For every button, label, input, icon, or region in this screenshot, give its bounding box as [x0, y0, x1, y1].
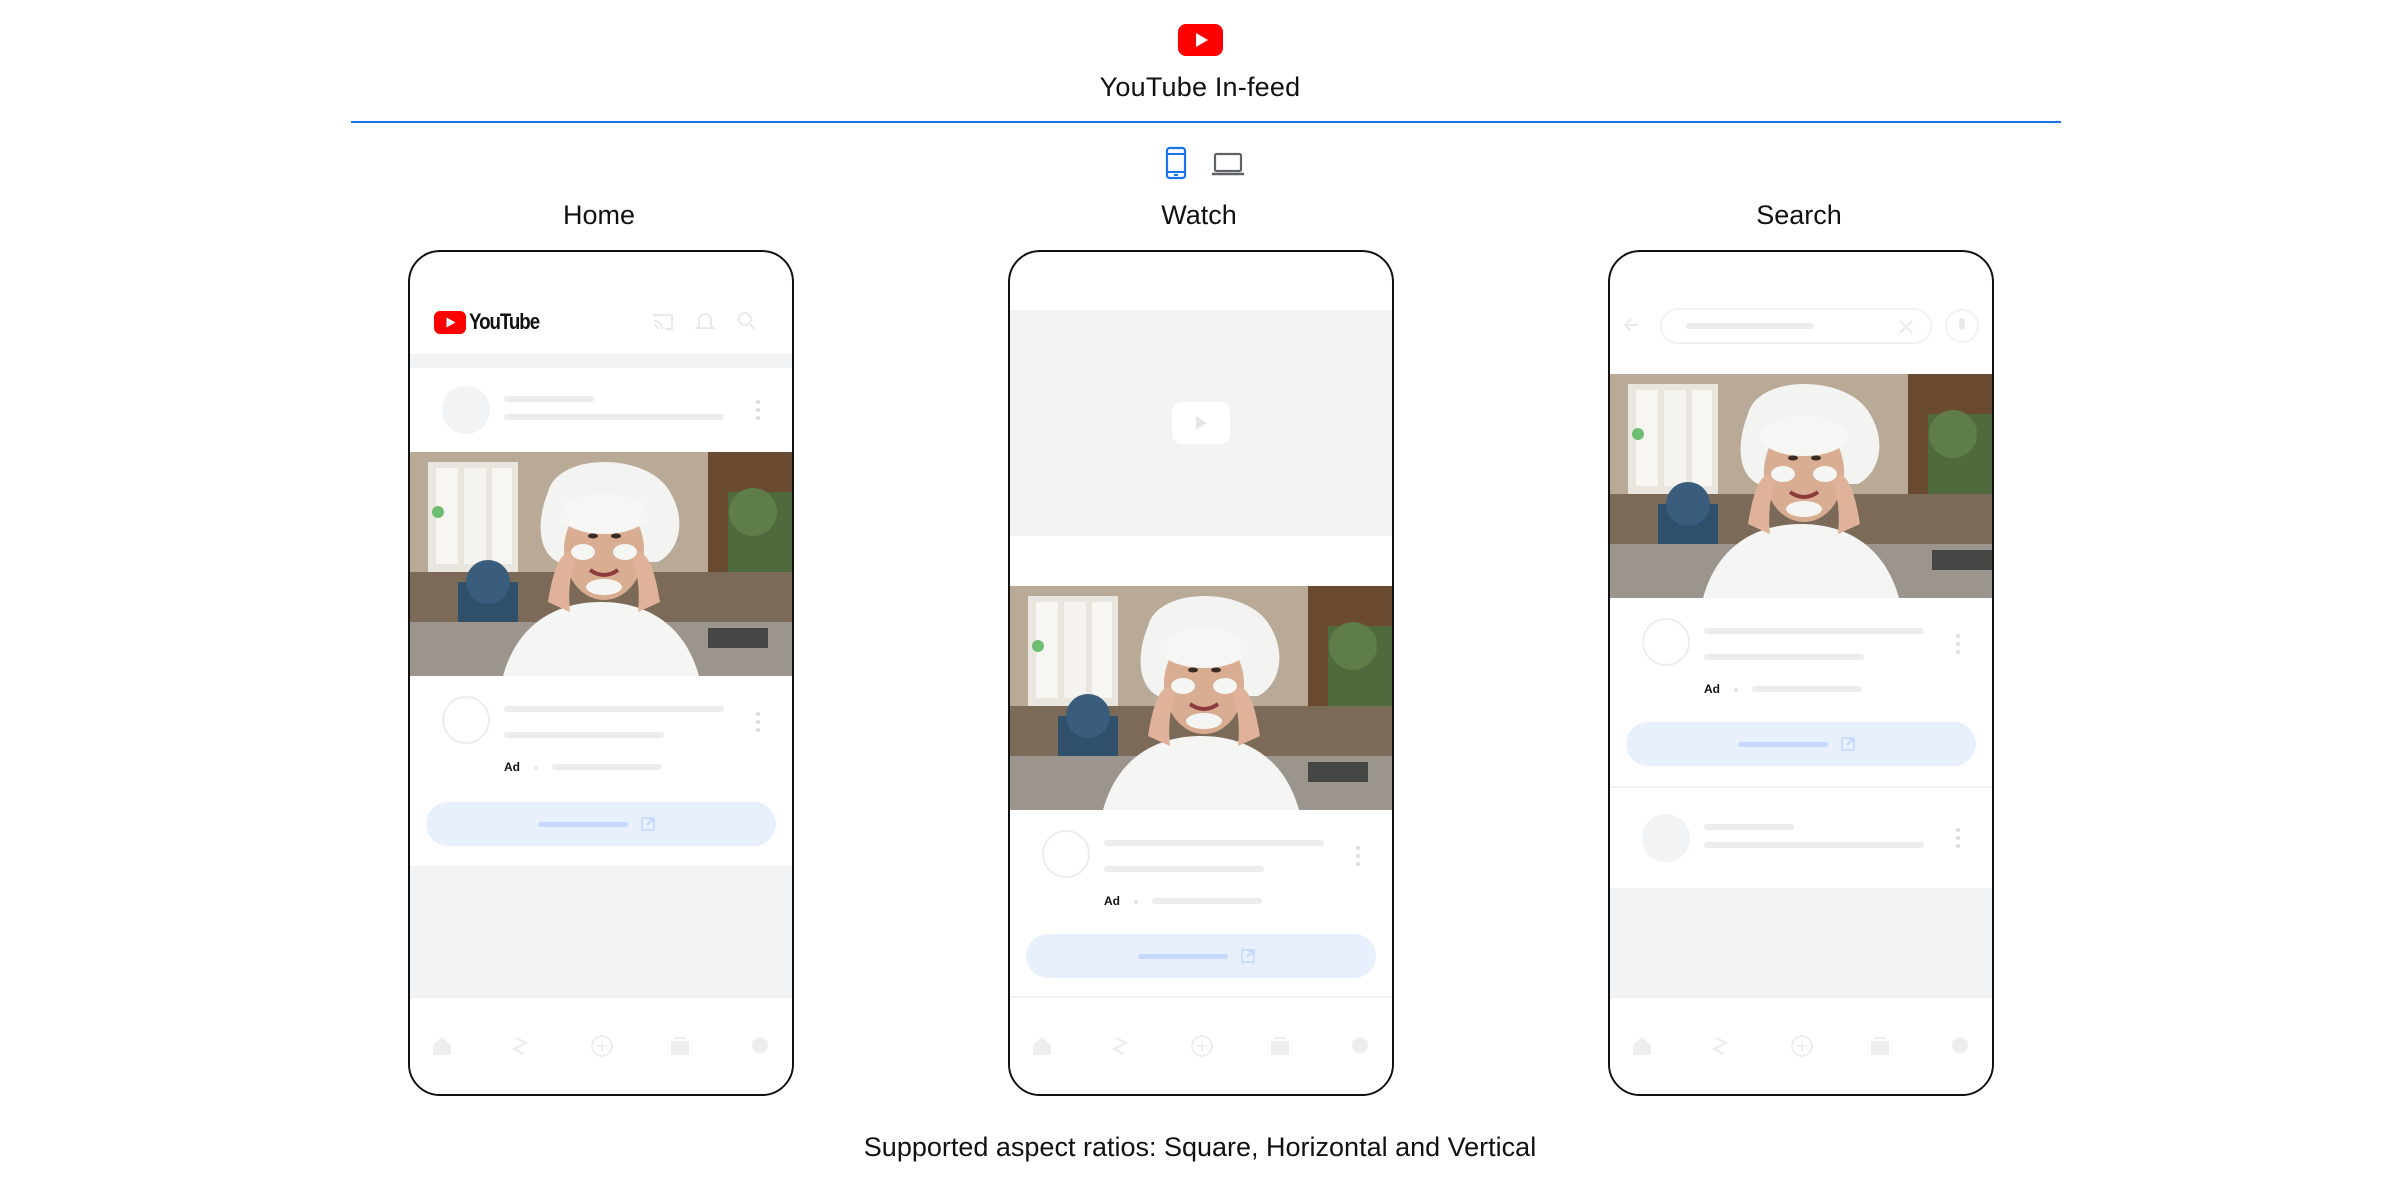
- bottom-navigation: [410, 996, 792, 1094]
- cta-button[interactable]: [426, 802, 776, 846]
- bottom-navigation: [1610, 996, 1992, 1094]
- placeholder-text: [1704, 824, 1794, 830]
- ad-video-thumbnail[interactable]: [1610, 374, 1992, 598]
- youtube-logo-icon: [1178, 24, 1223, 56]
- top-separator: [410, 354, 792, 368]
- shorts-icon[interactable]: [1708, 1034, 1732, 1058]
- result-separator: [1610, 786, 1992, 788]
- search-query-placeholder: [1686, 323, 1814, 329]
- placeholder-text: [1704, 842, 1924, 848]
- ad-badge: Ad: [504, 760, 520, 774]
- mobile-device-icon[interactable]: [1164, 146, 1188, 182]
- placeholder-text: [1704, 654, 1864, 660]
- library-icon[interactable]: [748, 1034, 772, 1058]
- search-input[interactable]: [1660, 308, 1932, 344]
- supported-aspect-ratios-note: Supported aspect ratios: Square, Horizon…: [863, 1132, 1537, 1162]
- placeholder-text: [504, 706, 724, 712]
- create-plus-icon[interactable]: [1790, 1034, 1814, 1058]
- separator-dot: [1134, 900, 1138, 904]
- channel-avatar: [442, 386, 490, 434]
- advertiser-avatar: [1042, 830, 1090, 878]
- column-label-search: Search: [1756, 200, 1842, 230]
- header-divider: [351, 121, 2061, 123]
- duration-badge: [1932, 550, 1992, 570]
- placeholder-text: [504, 414, 724, 420]
- home-icon[interactable]: [1030, 1034, 1054, 1058]
- page-title: YouTube In-feed: [1099, 72, 1301, 102]
- microphone-icon[interactable]: [1944, 308, 1980, 344]
- placeholder-text: [1104, 866, 1264, 872]
- clear-icon[interactable]: [1898, 319, 1914, 335]
- ad-video-thumbnail[interactable]: [1010, 586, 1392, 810]
- feed-placeholder-block: [410, 866, 792, 1000]
- duration-badge: [708, 628, 768, 648]
- youtube-wordmark: YouTube: [434, 308, 551, 336]
- external-link-icon: [1841, 737, 1855, 751]
- more-options-icon: [1956, 828, 1960, 848]
- advertiser-avatar: [442, 696, 490, 744]
- play-button-icon: [1172, 402, 1230, 444]
- more-options-icon: [1356, 846, 1360, 866]
- cta-button[interactable]: [1026, 934, 1376, 978]
- separator-dot: [1734, 688, 1738, 692]
- cast-icon: [653, 314, 673, 330]
- channel-avatar: [1642, 814, 1690, 862]
- desktop-device-icon[interactable]: [1212, 146, 1244, 182]
- create-plus-icon[interactable]: [590, 1034, 614, 1058]
- home-icon[interactable]: [1630, 1034, 1654, 1058]
- placeholder-text: [1104, 840, 1324, 846]
- advertiser-avatar: [1642, 618, 1690, 666]
- cta-label-placeholder: [1738, 742, 1828, 747]
- placeholder-text: [552, 764, 662, 770]
- column-label-home: Home: [562, 200, 636, 230]
- results-placeholder-block: [1610, 888, 1992, 1000]
- subscriptions-icon[interactable]: [1868, 1034, 1892, 1058]
- search-icon: [738, 312, 756, 330]
- more-options-icon: [1956, 634, 1960, 654]
- phone-mockup-search: Ad: [1608, 250, 1994, 1096]
- cta-button[interactable]: [1626, 722, 1976, 766]
- youtube-play-icon: [434, 310, 466, 334]
- create-plus-icon[interactable]: [1190, 1034, 1214, 1058]
- subscriptions-icon[interactable]: [668, 1034, 692, 1058]
- external-link-icon: [641, 817, 655, 831]
- separator-dot: [534, 766, 538, 770]
- phone-mockup-watch: Ad: [1008, 250, 1394, 1096]
- phone-mockup-home: YouTube Ad: [408, 250, 794, 1096]
- placeholder-text: [1704, 628, 1924, 634]
- home-icon[interactable]: [430, 1034, 454, 1058]
- notification-bell-icon: [694, 313, 716, 329]
- shorts-icon[interactable]: [1108, 1034, 1132, 1058]
- library-icon[interactable]: [1348, 1034, 1372, 1058]
- bottom-navigation: [1010, 996, 1392, 1094]
- back-arrow-icon: [1623, 318, 1638, 332]
- video-player[interactable]: [1010, 310, 1392, 536]
- ad-badge: Ad: [1704, 682, 1720, 696]
- placeholder-text: [504, 396, 594, 402]
- placeholder-text: [1752, 686, 1862, 692]
- external-link-icon: [1241, 949, 1255, 963]
- library-icon[interactable]: [1948, 1034, 1972, 1058]
- more-options-icon: [756, 712, 760, 732]
- ad-video-thumbnail[interactable]: [410, 452, 792, 676]
- ad-badge: Ad: [1104, 894, 1120, 908]
- cta-label-placeholder: [538, 822, 628, 827]
- youtube-wordmark-text: YouTube: [469, 309, 540, 334]
- placeholder-text: [504, 732, 664, 738]
- cta-label-placeholder: [1138, 954, 1228, 959]
- more-options-icon: [756, 400, 760, 420]
- column-label-watch: Watch: [1161, 200, 1237, 230]
- duration-badge: [1308, 762, 1368, 782]
- placeholder-text: [1152, 898, 1262, 904]
- device-toggle: [1164, 146, 1244, 182]
- subscriptions-icon[interactable]: [1268, 1034, 1292, 1058]
- shorts-icon[interactable]: [508, 1034, 532, 1058]
